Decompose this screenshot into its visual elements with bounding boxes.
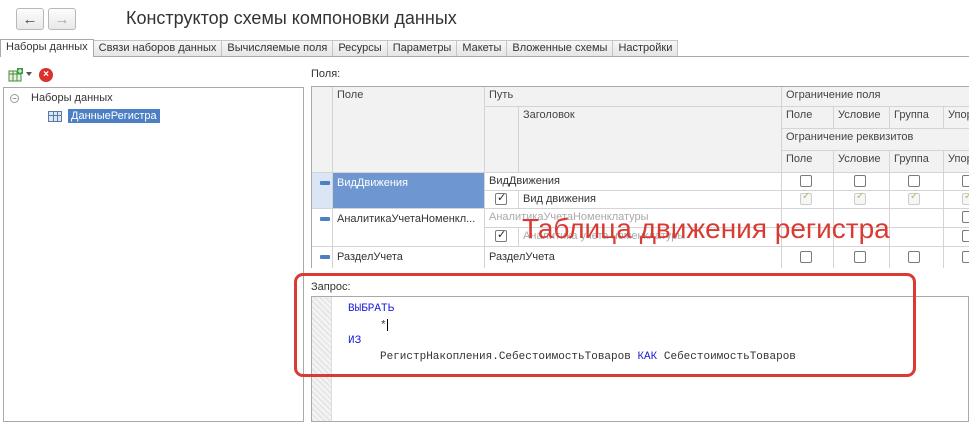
back-button[interactable]: ←	[16, 8, 44, 30]
row-marker[interactable]	[312, 209, 333, 247]
column-header-field-restriction[interactable]: Ограничение поля	[782, 87, 969, 107]
cell	[890, 209, 944, 228]
grid-corner	[312, 87, 333, 173]
fields-label: Поля:	[311, 68, 341, 80]
table-row-field[interactable]: РазделУчета	[333, 247, 485, 268]
table-row-path[interactable]: ВидДвижения	[485, 173, 782, 191]
column-header-spacer	[485, 107, 519, 173]
checkbox[interactable]	[962, 230, 969, 242]
data-sets-tree[interactable]: − Наборы данных ДанныеРегистра	[3, 87, 304, 422]
annotation-highlight-box	[294, 273, 916, 377]
column-header-condition-r[interactable]: Условие	[834, 107, 890, 129]
checkbox[interactable]	[854, 251, 866, 263]
checkbox[interactable]	[854, 191, 866, 205]
checkbox[interactable]	[908, 175, 920, 187]
column-header-field-a[interactable]: Поле	[782, 151, 834, 173]
data-sets-toolbar: ×	[0, 64, 305, 86]
table-row-caption-check[interactable]	[485, 191, 519, 209]
checkbox[interactable]	[495, 191, 507, 205]
table-icon	[48, 110, 62, 122]
column-header-group-r[interactable]: Группа	[890, 107, 944, 129]
cell	[782, 173, 834, 191]
column-header-order-a[interactable]: Упор	[944, 151, 969, 173]
field-icon	[320, 255, 330, 259]
checkbox[interactable]	[962, 251, 969, 263]
checkbox[interactable]	[962, 211, 969, 223]
table-row-field[interactable]: ВидДвижения	[333, 173, 485, 209]
column-header-condition-a[interactable]: Условие	[834, 151, 890, 173]
checkbox[interactable]	[908, 191, 920, 205]
cell	[890, 173, 944, 191]
row-marker[interactable]	[312, 247, 333, 268]
checkbox[interactable]	[962, 175, 969, 187]
cell	[944, 228, 969, 247]
cell	[782, 247, 834, 268]
cell	[944, 173, 969, 191]
tree-node-label: Наборы данных	[31, 92, 113, 104]
tab-data-set-links[interactable]: Связи наборов данных	[92, 40, 223, 56]
column-header-path[interactable]: Путь	[485, 87, 782, 107]
column-header-group-a[interactable]: Группа	[890, 151, 944, 173]
cell	[890, 228, 944, 247]
field-icon	[320, 181, 330, 185]
tab-settings[interactable]: Настройки	[612, 40, 679, 56]
checkbox[interactable]	[495, 228, 507, 242]
cell	[890, 247, 944, 268]
tab-templates[interactable]: Макеты	[456, 40, 508, 56]
tab-calculated-fields[interactable]: Вычисляемые поля	[221, 40, 334, 56]
window-title: Конструктор схемы компоновки данных	[126, 8, 457, 28]
column-header-field[interactable]: Поле	[333, 87, 485, 173]
cell	[890, 191, 944, 209]
forward-button[interactable]: →	[48, 8, 76, 30]
checkbox[interactable]	[962, 191, 969, 205]
annotation-text: Таблица движения регистра	[522, 213, 890, 244]
checkbox[interactable]	[800, 251, 812, 263]
cell	[834, 173, 890, 191]
tab-data-sets[interactable]: Наборы данных	[0, 39, 94, 57]
arrow-left-icon: ←	[22, 10, 38, 28]
cell	[944, 247, 969, 268]
tab-parameters[interactable]: Параметры	[386, 40, 458, 56]
cell	[782, 191, 834, 209]
table-row-path[interactable]: РазделУчета	[485, 247, 782, 268]
table-row-field[interactable]: АналитикаУчетаНоменкл...	[333, 209, 485, 247]
table-add-icon[interactable]	[8, 68, 24, 82]
window-header: ← → Конструктор схемы компоновки данных	[0, 0, 969, 40]
table-row-caption-check[interactable]	[485, 228, 519, 247]
checkbox[interactable]	[854, 175, 866, 187]
field-icon	[320, 217, 330, 221]
collapse-icon[interactable]: −	[10, 93, 19, 103]
table-row-caption[interactable]: Вид движения	[519, 191, 782, 209]
tab-resources[interactable]: Ресурсы	[332, 40, 388, 56]
tree-node-label: ДанныеРегистра	[68, 109, 160, 123]
column-header-field-r[interactable]: Поле	[782, 107, 834, 129]
tree-node-data-sets[interactable]: − Наборы данных	[10, 92, 113, 104]
checkbox[interactable]	[800, 175, 812, 187]
tab-nested-schemas[interactable]: Вложенные схемы	[506, 40, 614, 56]
row-marker[interactable]	[312, 173, 333, 209]
checkbox[interactable]	[908, 251, 920, 263]
tree-node-register-data[interactable]: ДанныеРегистра	[48, 109, 160, 123]
column-header-attr-restriction[interactable]: Ограничение реквизитов	[782, 129, 969, 151]
delete-icon[interactable]: ×	[39, 68, 53, 82]
chevron-down-icon[interactable]	[26, 72, 32, 76]
column-header-caption[interactable]: Заголовок	[519, 107, 782, 173]
cell	[834, 191, 890, 209]
cell	[834, 247, 890, 268]
arrow-right-icon: →	[54, 10, 70, 28]
tab-bar: Наборы данных Связи наборов данных Вычис…	[0, 39, 969, 57]
checkbox[interactable]	[800, 191, 812, 205]
cell	[944, 191, 969, 209]
column-header-order-r[interactable]: Упор	[944, 107, 969, 129]
cell	[944, 209, 969, 228]
